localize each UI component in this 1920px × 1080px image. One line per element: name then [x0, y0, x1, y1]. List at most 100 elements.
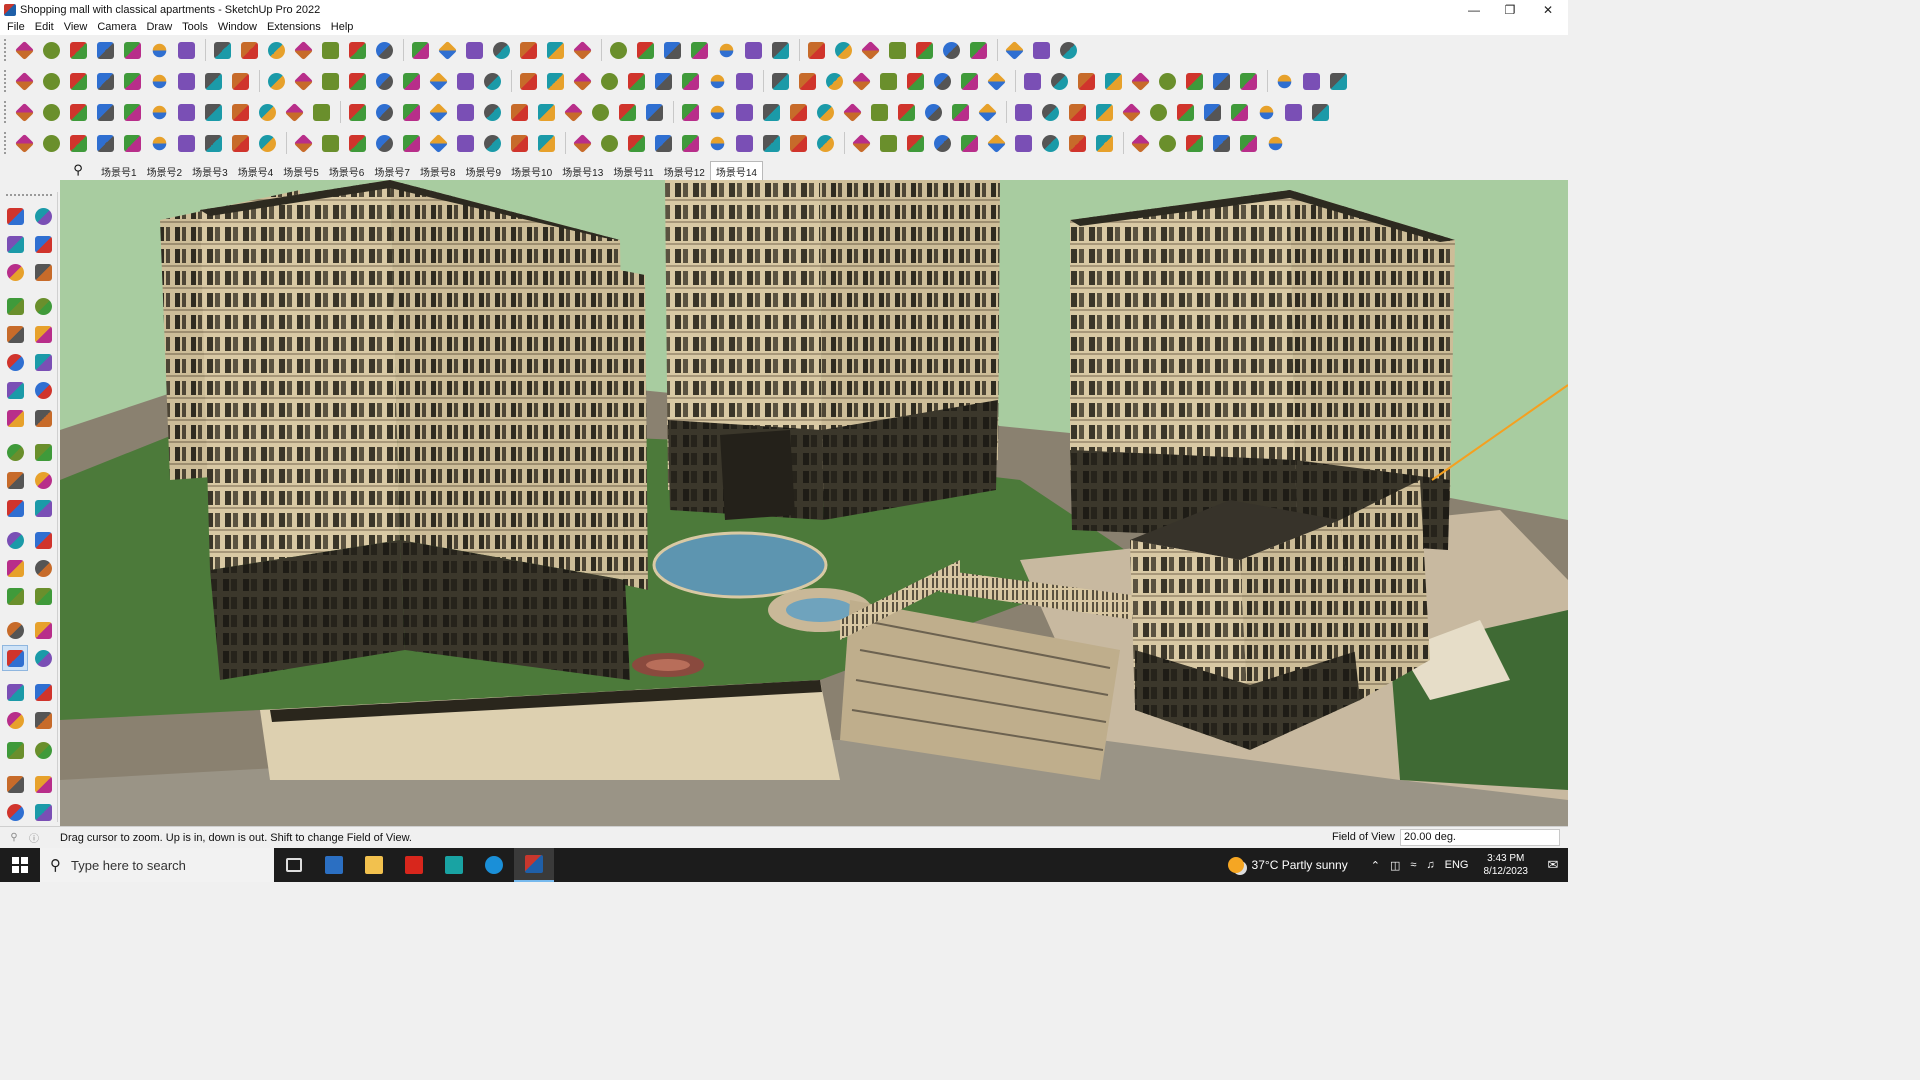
- solid-tool-icon[interactable]: [228, 131, 252, 155]
- solid-tool-icon[interactable]: [345, 131, 369, 155]
- menu-camera[interactable]: Camera: [92, 21, 141, 33]
- solid-tool-icon[interactable]: [174, 131, 198, 155]
- main-tool-icon[interactable]: [912, 38, 936, 62]
- modeling-tool-icon[interactable]: [1272, 69, 1296, 93]
- main-tool-icon[interactable]: [966, 38, 990, 62]
- extension-tool-icon[interactable]: [705, 100, 729, 124]
- taskbar-app-file-explorer[interactable]: [354, 848, 394, 882]
- modeling-tool-icon[interactable]: [1020, 69, 1044, 93]
- solid-tool-icon[interactable]: [759, 131, 783, 155]
- extension-tool-icon[interactable]: [120, 100, 144, 124]
- main-tool-icon[interactable]: [885, 38, 909, 62]
- solid-tool-icon[interactable]: [1182, 131, 1206, 155]
- large-tool-icon[interactable]: [3, 260, 27, 284]
- modeling-tool-icon[interactable]: [651, 69, 675, 93]
- main-tool-icon[interactable]: [831, 38, 855, 62]
- solid-tool-icon[interactable]: [1038, 131, 1062, 155]
- menu-window[interactable]: Window: [213, 21, 262, 33]
- extension-tool-icon[interactable]: [507, 100, 531, 124]
- extension-tool-icon[interactable]: [534, 100, 558, 124]
- main-tool-icon[interactable]: [1029, 38, 1053, 62]
- modeling-tool-icon[interactable]: [543, 69, 567, 93]
- extension-tool-icon[interactable]: [975, 100, 999, 124]
- modeling-tool-icon[interactable]: [291, 69, 315, 93]
- large-tool-icon[interactable]: [3, 406, 27, 430]
- solid-tool-icon[interactable]: [507, 131, 531, 155]
- task-view-button[interactable]: [274, 848, 314, 882]
- solid-tool-icon[interactable]: [1263, 131, 1287, 155]
- modeling-tool-icon[interactable]: [678, 69, 702, 93]
- large-tool-icon[interactable]: [3, 350, 27, 374]
- scene-tab[interactable]: 场景号11: [608, 163, 658, 180]
- large-tool-icon[interactable]: [31, 204, 55, 228]
- modeling-tool-icon[interactable]: [732, 69, 756, 93]
- main-tool-icon[interactable]: [408, 38, 432, 62]
- solid-tool-icon[interactable]: [480, 131, 504, 155]
- main-tool-icon[interactable]: [264, 38, 288, 62]
- large-tool-icon[interactable]: [3, 294, 27, 318]
- solid-tool-icon[interactable]: [120, 131, 144, 155]
- solid-tool-icon[interactable]: [318, 131, 342, 155]
- large-tool-icon[interactable]: [31, 708, 55, 732]
- solid-tool-icon[interactable]: [813, 131, 837, 155]
- extension-tool-icon[interactable]: [1254, 100, 1278, 124]
- extension-tool-icon[interactable]: [309, 100, 333, 124]
- large-tool-icon[interactable]: [3, 618, 27, 642]
- solid-tool-icon[interactable]: [453, 131, 477, 155]
- modeling-tool-icon[interactable]: [12, 69, 36, 93]
- large-tool-icon[interactable]: [31, 528, 55, 552]
- toolbar-grip[interactable]: [4, 132, 8, 154]
- large-tool-icon[interactable]: [3, 708, 27, 732]
- extension-tool-icon[interactable]: [813, 100, 837, 124]
- extension-tool-icon[interactable]: [255, 100, 279, 124]
- modeling-tool-icon[interactable]: [1155, 69, 1179, 93]
- solid-tool-icon[interactable]: [1209, 131, 1233, 155]
- main-tool-icon[interactable]: [1002, 38, 1026, 62]
- solid-tool-icon[interactable]: [147, 131, 171, 155]
- modeling-tool-icon[interactable]: [66, 69, 90, 93]
- modeling-tool-icon[interactable]: [795, 69, 819, 93]
- modeling-tool-icon[interactable]: [822, 69, 846, 93]
- model-viewport[interactable]: [60, 180, 1568, 826]
- modeling-tool-icon[interactable]: [345, 69, 369, 93]
- extension-tool-icon[interactable]: [372, 100, 396, 124]
- modeling-tool-icon[interactable]: [174, 69, 198, 93]
- large-tool-icon[interactable]: [31, 294, 55, 318]
- taskbar-app-3ds[interactable]: [434, 848, 474, 882]
- extension-tool-icon[interactable]: [894, 100, 918, 124]
- solid-tool-icon[interactable]: [1236, 131, 1260, 155]
- extension-tool-icon[interactable]: [588, 100, 612, 124]
- main-tool-icon[interactable]: [516, 38, 540, 62]
- large-tool-icon[interactable]: [31, 378, 55, 402]
- extension-tool-icon[interactable]: [1011, 100, 1035, 124]
- solid-tool-icon[interactable]: [597, 131, 621, 155]
- large-tool-icon[interactable]: [3, 322, 27, 346]
- solid-tool-icon[interactable]: [93, 131, 117, 155]
- modeling-tool-icon[interactable]: [1128, 69, 1152, 93]
- extension-tool-icon[interactable]: [480, 100, 504, 124]
- extension-tool-icon[interactable]: [426, 100, 450, 124]
- large-tool-icon[interactable]: [31, 496, 55, 520]
- taskbar-app-acrobat[interactable]: [394, 848, 434, 882]
- main-tool-icon[interactable]: [570, 38, 594, 62]
- scene-tab[interactable]: 场景号5: [278, 163, 324, 180]
- scene-tab[interactable]: 场景号1: [96, 163, 142, 180]
- modeling-tool-icon[interactable]: [984, 69, 1008, 93]
- solid-tool-icon[interactable]: [372, 131, 396, 155]
- extension-tool-icon[interactable]: [147, 100, 171, 124]
- main-tool-icon[interactable]: [93, 38, 117, 62]
- extension-tool-icon[interactable]: [561, 100, 585, 124]
- geo-location-icon[interactable]: ⚲: [6, 830, 22, 846]
- modeling-tool-icon[interactable]: [372, 69, 396, 93]
- large-tool-icon[interactable]: [3, 680, 27, 704]
- main-tool-icon[interactable]: [687, 38, 711, 62]
- solid-tool-icon[interactable]: [255, 131, 279, 155]
- main-tool-icon[interactable]: [660, 38, 684, 62]
- solid-tool-icon[interactable]: [399, 131, 423, 155]
- solid-tool-icon[interactable]: [570, 131, 594, 155]
- large-tool-icon[interactable]: [31, 406, 55, 430]
- extension-tool-icon[interactable]: [93, 100, 117, 124]
- large-tool-icon[interactable]: [3, 800, 27, 824]
- modeling-tool-icon[interactable]: [318, 69, 342, 93]
- large-tool-icon[interactable]: [31, 738, 55, 762]
